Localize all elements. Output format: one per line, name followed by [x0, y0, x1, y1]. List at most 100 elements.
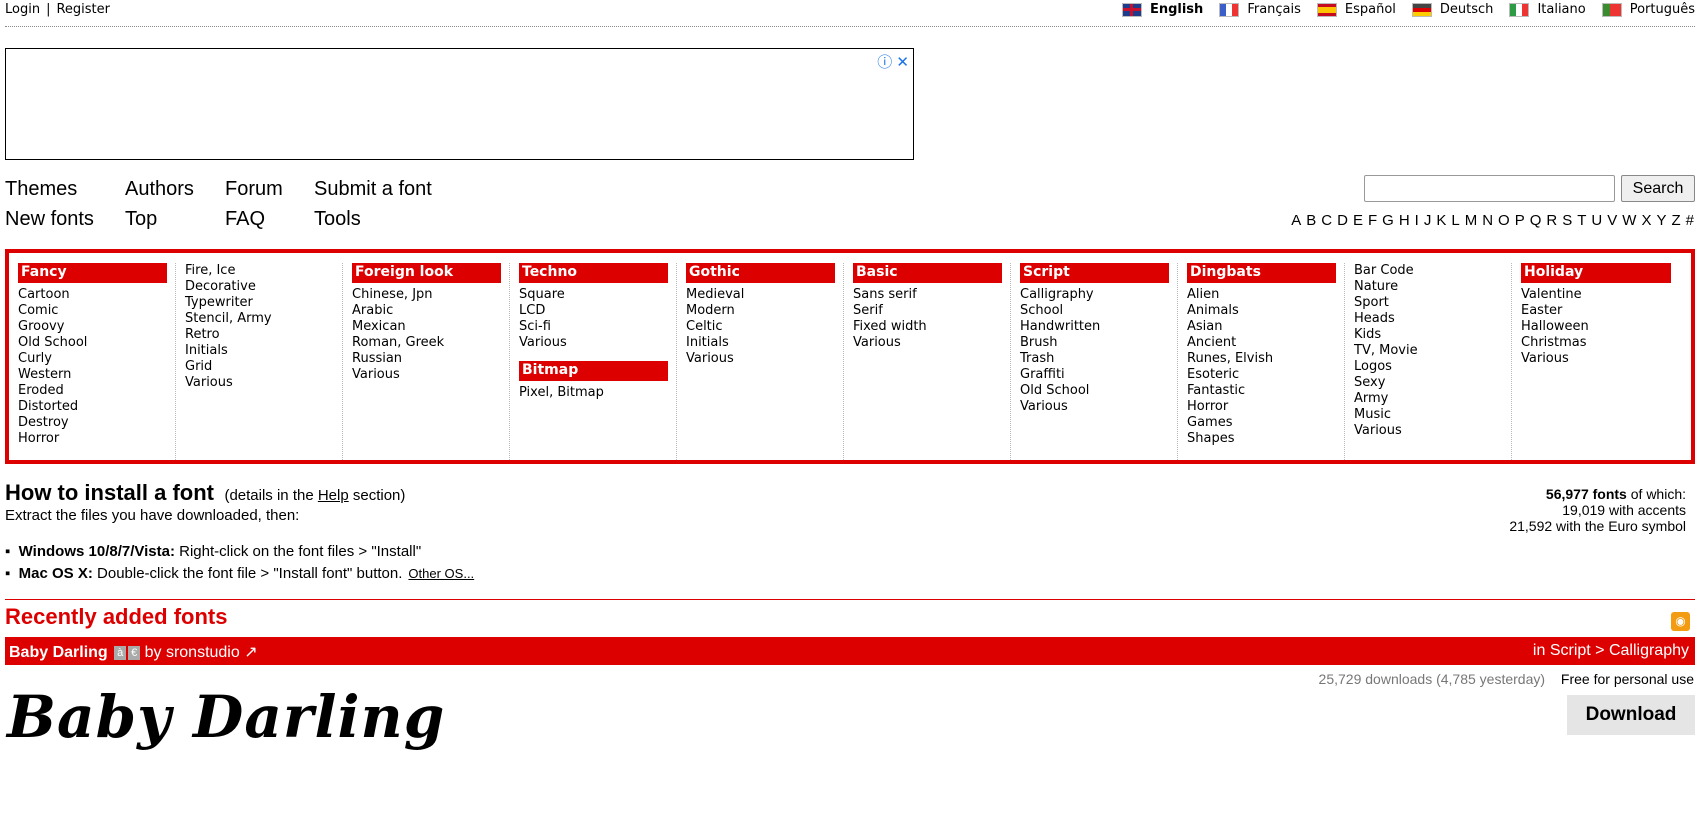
alpha-letter-n[interactable]: N — [1482, 212, 1493, 229]
category-item[interactable]: Various — [853, 335, 1002, 351]
nav-new-fonts[interactable]: New fonts — [5, 208, 94, 231]
category-item[interactable]: Mexican — [352, 319, 501, 335]
category-item[interactable]: School — [1020, 303, 1169, 319]
alpha-letter-o[interactable]: O — [1498, 212, 1510, 229]
category-item[interactable]: Ancient — [1187, 335, 1336, 351]
category-item[interactable]: Various — [1521, 351, 1671, 367]
alpha-letter-l[interactable]: L — [1451, 212, 1459, 229]
category-holiday-header[interactable]: Holiday — [1521, 263, 1671, 283]
category-item[interactable]: Chinese, Jpn — [352, 287, 501, 303]
lang-german[interactable]: Deutsch — [1411, 2, 1493, 17]
category-item[interactable]: Handwritten — [1020, 319, 1169, 335]
alpha-letter-x[interactable]: X — [1641, 212, 1651, 229]
nav-authors[interactable]: Authors — [125, 178, 194, 201]
category-item[interactable]: Decorative — [185, 279, 334, 295]
search-button[interactable]: Search — [1621, 175, 1695, 202]
category-item[interactable]: Trash — [1020, 351, 1169, 367]
lang-french[interactable]: Français — [1219, 2, 1301, 17]
category-item[interactable]: Fire, Ice — [185, 263, 334, 279]
category-item[interactable]: Heads — [1354, 311, 1503, 327]
alpha-letter-g[interactable]: G — [1382, 212, 1394, 229]
category-item[interactable]: Sans serif — [853, 287, 1002, 303]
category-item[interactable]: Serif — [853, 303, 1002, 319]
category-item[interactable]: Stencil, Army — [185, 311, 334, 327]
alpha-letter-hash[interactable]: # — [1686, 212, 1694, 229]
category-item[interactable]: Western — [18, 367, 167, 383]
alpha-letter-y[interactable]: Y — [1656, 212, 1666, 229]
category-item[interactable]: Kids — [1354, 327, 1503, 343]
alpha-letter-d[interactable]: D — [1337, 212, 1348, 229]
alpha-letter-u[interactable]: U — [1591, 212, 1602, 229]
alpha-letter-v[interactable]: V — [1607, 212, 1617, 229]
alpha-letter-w[interactable]: W — [1622, 212, 1636, 229]
category-item[interactable]: Horror — [1187, 399, 1336, 415]
category-item[interactable]: Sport — [1354, 295, 1503, 311]
alpha-letter-m[interactable]: M — [1465, 212, 1478, 229]
nav-themes[interactable]: Themes — [5, 178, 77, 201]
lang-english[interactable]: English — [1121, 2, 1203, 17]
category-foreign-header[interactable]: Foreign look — [352, 263, 501, 283]
category-item[interactable]: Distorted — [18, 399, 167, 415]
alpha-letter-z[interactable]: Z — [1671, 212, 1680, 229]
category-item[interactable]: Curly — [18, 351, 167, 367]
category-bitmap-header[interactable]: Bitmap — [519, 361, 668, 381]
ad-banner[interactable]: ⓘ ✕ — [5, 48, 914, 160]
category-item[interactable]: Horror — [18, 431, 167, 447]
category-item[interactable]: Eroded — [18, 383, 167, 399]
alpha-letter-r[interactable]: R — [1546, 212, 1557, 229]
category-item[interactable]: Arabic — [352, 303, 501, 319]
alpha-letter-e[interactable]: E — [1353, 212, 1363, 229]
category-item[interactable]: Groovy — [18, 319, 167, 335]
nav-top[interactable]: Top — [125, 208, 157, 231]
category-item[interactable]: Initials — [686, 335, 835, 351]
category-item[interactable]: Fixed width — [853, 319, 1002, 335]
category-item[interactable]: Shapes — [1187, 431, 1336, 447]
category-item[interactable]: Sci-fi — [519, 319, 668, 335]
lang-portuguese[interactable]: Português — [1601, 2, 1695, 17]
category-item[interactable]: Esoteric — [1187, 367, 1336, 383]
category-item[interactable]: Graffiti — [1020, 367, 1169, 383]
alpha-letter-b[interactable]: B — [1306, 212, 1316, 229]
category-item[interactable]: Modern — [686, 303, 835, 319]
category-item[interactable]: Grid — [185, 359, 334, 375]
alpha-letter-t[interactable]: T — [1577, 212, 1586, 229]
search-input[interactable] — [1364, 175, 1615, 202]
category-item[interactable]: Old School — [18, 335, 167, 351]
category-item[interactable]: Animals — [1187, 303, 1336, 319]
category-script-header[interactable]: Script — [1020, 263, 1169, 283]
alpha-letter-i[interactable]: I — [1415, 212, 1419, 229]
category-basic-header[interactable]: Basic — [853, 263, 1002, 283]
category-item[interactable]: Easter — [1521, 303, 1671, 319]
external-link-icon[interactable]: ↗ — [244, 644, 257, 661]
category-item[interactable]: Army — [1354, 391, 1503, 407]
category-item[interactable]: Celtic — [686, 319, 835, 335]
nav-faq[interactable]: FAQ — [225, 208, 265, 231]
category-item[interactable]: Old School — [1020, 383, 1169, 399]
category-item[interactable]: Cartoon — [18, 287, 167, 303]
category-item[interactable]: Roman, Greek — [352, 335, 501, 351]
help-link[interactable]: Help — [318, 487, 349, 504]
other-os-link[interactable]: Other OS... — [408, 566, 474, 581]
font-preview[interactable]: Baby Darling — [7, 683, 445, 751]
category-item[interactable]: Bar Code — [1354, 263, 1503, 279]
rss-icon[interactable]: ◉ — [1671, 612, 1690, 631]
font-name-link[interactable]: Baby Darling — [9, 644, 108, 661]
category-item[interactable]: Halloween — [1521, 319, 1671, 335]
category-item[interactable]: Pixel, Bitmap — [519, 385, 668, 401]
category-item[interactable]: Various — [185, 375, 334, 391]
close-icon[interactable]: ✕ — [896, 54, 909, 71]
nav-forum[interactable]: Forum — [225, 178, 283, 201]
category-item[interactable]: Sexy — [1354, 375, 1503, 391]
category-item[interactable]: Valentine — [1521, 287, 1671, 303]
category-gothic-header[interactable]: Gothic — [686, 263, 835, 283]
alpha-letter-j[interactable]: J — [1424, 212, 1432, 229]
category-item[interactable]: Games — [1187, 415, 1336, 431]
info-icon[interactable]: ⓘ — [877, 54, 892, 71]
category-item[interactable]: Various — [1020, 399, 1169, 415]
category-item[interactable]: Fantastic — [1187, 383, 1336, 399]
category-item[interactable]: TV, Movie — [1354, 343, 1503, 359]
alpha-letter-f[interactable]: F — [1368, 212, 1377, 229]
category-item[interactable]: Various — [686, 351, 835, 367]
lang-italian[interactable]: Italiano — [1509, 2, 1586, 17]
category-item[interactable]: Various — [1354, 423, 1503, 439]
